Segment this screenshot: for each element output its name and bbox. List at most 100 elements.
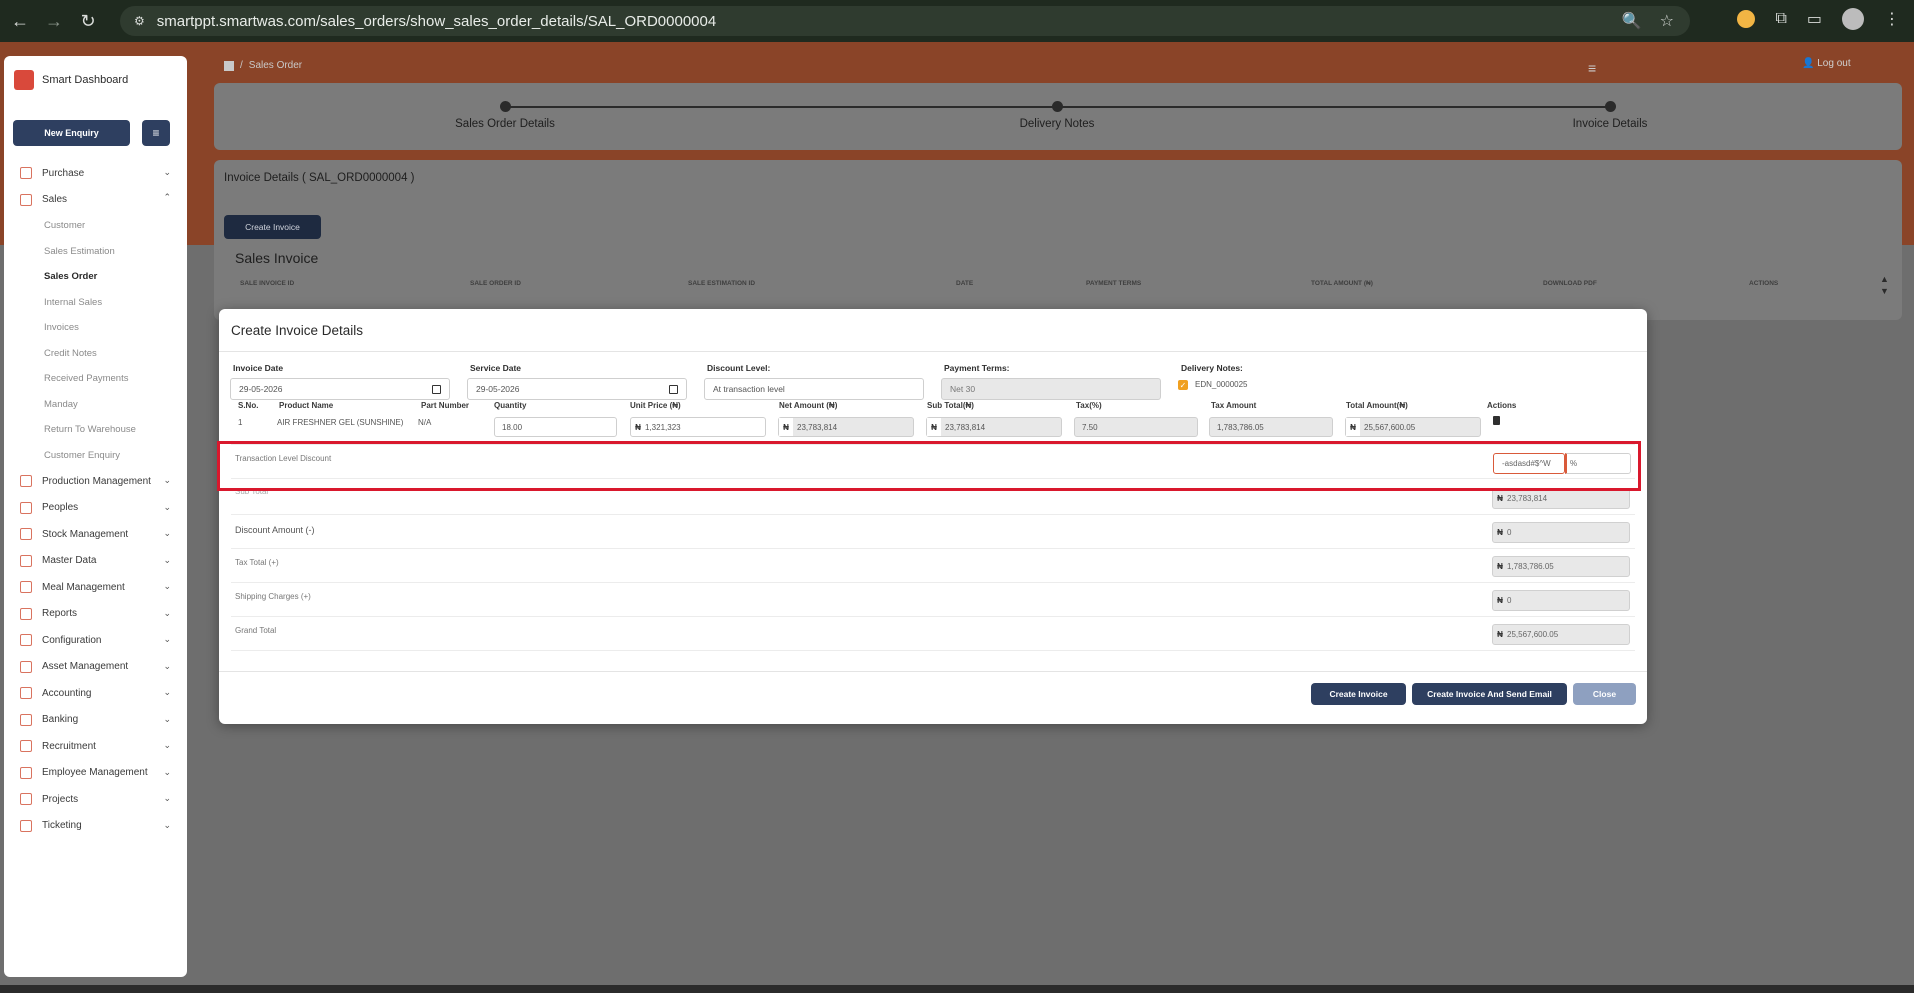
brand-title: Smart Dashboard bbox=[42, 74, 129, 86]
invoice-date-input[interactable]: 29-05-2026 bbox=[230, 378, 450, 400]
sidebar-subitem-manday[interactable]: Manday bbox=[4, 392, 187, 418]
summary-divider bbox=[231, 514, 1635, 515]
col-total-amount: TOTAL AMOUNT (₦) bbox=[1311, 280, 1373, 287]
summary-divider bbox=[231, 582, 1635, 583]
header-menu-icon[interactable]: ≡ bbox=[1588, 60, 1596, 76]
summary-divider bbox=[231, 650, 1635, 651]
shipping-charges-field[interactable]: ₦ 0 bbox=[1492, 590, 1630, 611]
browser-menu-icon[interactable]: ⋮ bbox=[1884, 9, 1900, 29]
sidebar-subitem-sales-order[interactable]: Sales Order bbox=[4, 264, 187, 290]
sidebar-item-label: Master Data bbox=[42, 555, 97, 567]
delivery-note-checkbox[interactable]: ✓ bbox=[1178, 380, 1188, 390]
sidebar-subitem-customer[interactable]: Customer bbox=[4, 213, 187, 239]
step-label-invoice-details[interactable]: Invoice Details bbox=[1573, 118, 1648, 130]
accounting-icon bbox=[20, 687, 32, 700]
sidebar-item-production-management[interactable]: Production Management ⌄ bbox=[4, 468, 187, 495]
tab-search-icon[interactable]: ▭ bbox=[1807, 9, 1822, 29]
sidebar-item-asset-management[interactable]: Asset Management ⌄ bbox=[4, 654, 187, 681]
col-total-amount: Total Amount(₦) bbox=[1346, 401, 1408, 410]
logout-link[interactable]: 👤 Log out bbox=[1802, 58, 1851, 69]
line-unit-price-value: 1,321,323 bbox=[645, 422, 681, 432]
naira-symbol: ₦ bbox=[1497, 494, 1503, 503]
close-button[interactable]: Close bbox=[1573, 683, 1636, 705]
brand[interactable]: Smart Dashboard bbox=[14, 70, 128, 90]
extension-icon[interactable] bbox=[1737, 10, 1756, 28]
service-date-input[interactable]: 29-05-2026 bbox=[467, 378, 687, 400]
sub-total-value: 23,783,814 bbox=[1507, 494, 1548, 503]
sidebar-item-meal-management[interactable]: Meal Management ⌄ bbox=[4, 574, 187, 601]
sidebar-subitem-sales-estimation[interactable]: Sales Estimation bbox=[4, 239, 187, 265]
sidebar-item-accounting[interactable]: Accounting ⌄ bbox=[4, 680, 187, 707]
sidebar-item-banking[interactable]: Banking ⌄ bbox=[4, 707, 187, 734]
new-enquiry-button[interactable]: New Enquiry bbox=[13, 120, 130, 146]
sidebar-item-master-data[interactable]: Master Data ⌄ bbox=[4, 548, 187, 575]
sidebar-item-label: Configuration bbox=[42, 634, 102, 646]
config-icon bbox=[20, 634, 32, 647]
sidebar-item-ticketing[interactable]: Ticketing ⌄ bbox=[4, 813, 187, 840]
step-label-sales-order-details[interactable]: Sales Order Details bbox=[455, 118, 555, 130]
delivery-notes-label: Delivery Notes: bbox=[1181, 363, 1243, 373]
url-text[interactable]: smartppt.smartwas.com/sales_orders/show_… bbox=[157, 13, 716, 30]
hamburger-icon: ≡ bbox=[152, 126, 160, 140]
sidebar-item-reports[interactable]: Reports ⌄ bbox=[4, 601, 187, 628]
line-unit-price-input[interactable]: ₦ 1,321,323 bbox=[630, 417, 766, 437]
sidebar-item-stock-management[interactable]: Stock Management ⌄ bbox=[4, 521, 187, 548]
step-label-delivery-notes[interactable]: Delivery Notes bbox=[1020, 118, 1095, 130]
line-tax-value: 7.50 bbox=[1082, 422, 1098, 432]
sidebar-item-employee-management[interactable]: Employee Management ⌄ bbox=[4, 760, 187, 787]
sidebar-item-label: Meal Management bbox=[42, 581, 125, 593]
col-net-amount: Net Amount (₦) bbox=[779, 401, 838, 410]
sidebar-item-projects[interactable]: Projects ⌄ bbox=[4, 786, 187, 813]
sidebar-subitem-invoices[interactable]: Invoices bbox=[4, 315, 187, 341]
puzzle-icon[interactable]: ⧉ bbox=[1775, 10, 1786, 28]
sidebar-subitem-return-to-warehouse[interactable]: Return To Warehouse bbox=[4, 417, 187, 443]
sidebar-item-peoples[interactable]: Peoples ⌄ bbox=[4, 495, 187, 522]
sidebar-subitem-received-payments[interactable]: Received Payments bbox=[4, 366, 187, 392]
back-icon[interactable]: ← bbox=[6, 7, 34, 35]
discount-level-select[interactable]: At transaction level bbox=[704, 378, 924, 400]
step-dot-3[interactable] bbox=[1605, 101, 1616, 112]
calendar-icon[interactable] bbox=[669, 385, 678, 394]
naira-symbol: ₦ bbox=[635, 422, 641, 432]
menu-toggle-button[interactable]: ≡ bbox=[142, 120, 170, 146]
home-icon[interactable] bbox=[224, 60, 234, 71]
chevron-down-icon: ⌄ bbox=[163, 501, 171, 512]
profile-avatar[interactable] bbox=[1842, 8, 1864, 30]
col-quantity: Quantity bbox=[494, 401, 527, 410]
bookmark-star-icon[interactable]: ☆ bbox=[1660, 11, 1674, 31]
sidebar-item-label: Reports bbox=[42, 608, 78, 620]
calendar-icon[interactable] bbox=[432, 385, 441, 394]
grand-total-label: Grand Total bbox=[235, 626, 277, 635]
sort-arrows-icon[interactable]: ▲ ▼ bbox=[1880, 273, 1889, 297]
zoom-icon[interactable]: 🔍 bbox=[1622, 11, 1642, 31]
sidebar-item-configuration[interactable]: Configuration ⌄ bbox=[4, 627, 187, 654]
chevron-down-icon: ⌄ bbox=[163, 793, 171, 803]
site-info-icon[interactable]: ⚙ bbox=[134, 14, 145, 28]
sidebar-item-purchase[interactable]: Purchase ⌄ bbox=[4, 160, 187, 187]
sidebar-nav: Purchase ⌄ Sales ⌃ Customer Sales Estima… bbox=[4, 160, 187, 839]
forward-icon[interactable]: → bbox=[40, 7, 68, 35]
grand-total-field: ₦ 25,567,600.05 bbox=[1492, 624, 1630, 645]
discount-level-label: Discount Level: bbox=[707, 363, 771, 373]
summary-divider bbox=[231, 616, 1635, 617]
create-invoice-send-email-button[interactable]: Create Invoice And Send Email bbox=[1412, 683, 1567, 705]
col-sno: S.No. bbox=[238, 401, 259, 410]
chevron-down-icon: ⌄ bbox=[163, 819, 171, 830]
create-invoice-button[interactable]: Create Invoice bbox=[1311, 683, 1406, 705]
sidebar-item-sales[interactable]: Sales ⌃ bbox=[4, 187, 187, 214]
reload-icon[interactable]: ↻ bbox=[74, 7, 102, 35]
delete-row-icon[interactable] bbox=[1493, 416, 1500, 425]
step-dot-2[interactable] bbox=[1052, 101, 1063, 112]
sidebar-subitem-internal-sales[interactable]: Internal Sales bbox=[4, 290, 187, 316]
step-dot-1[interactable] bbox=[500, 101, 511, 112]
sales-invoice-title: Sales Invoice bbox=[235, 250, 319, 266]
create-invoice-open-button[interactable]: Create Invoice bbox=[224, 215, 321, 239]
line-quantity-input[interactable]: 18.00 bbox=[494, 417, 617, 437]
sidebar-item-recruitment[interactable]: Recruitment ⌄ bbox=[4, 733, 187, 760]
sidebar-subitem-credit-notes[interactable]: Credit Notes bbox=[4, 341, 187, 367]
sidebar-subitem-customer-enquiry[interactable]: Customer Enquiry bbox=[4, 443, 187, 469]
address-bar[interactable]: ⚙ smartppt.smartwas.com/sales_orders/sho… bbox=[120, 6, 1690, 36]
chevron-down-icon: ⌄ bbox=[163, 167, 171, 177]
sidebar-item-label: Projects bbox=[42, 793, 79, 805]
service-date-label: Service Date bbox=[470, 363, 522, 373]
